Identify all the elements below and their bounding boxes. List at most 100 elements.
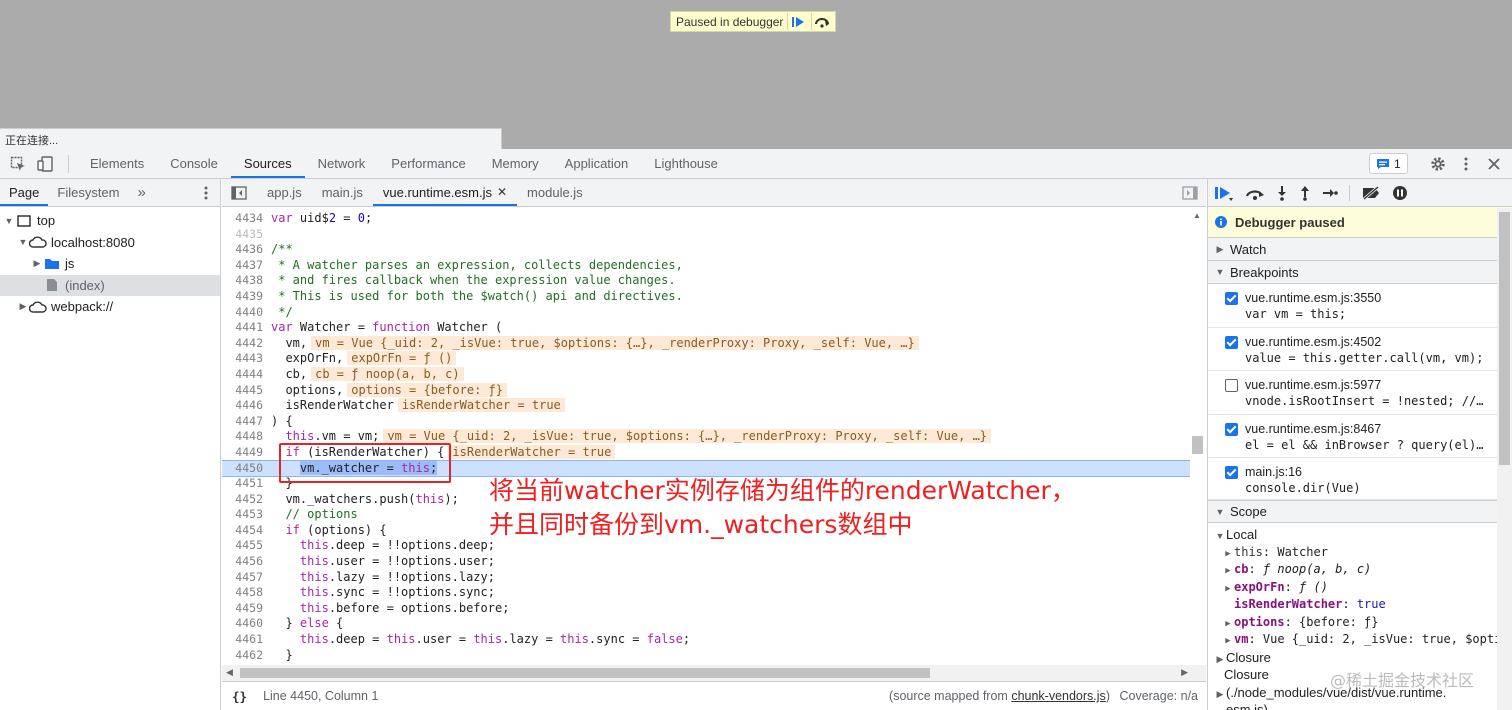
code-line[interactable]: 4456 this.user = !!options.user; [222, 554, 1206, 570]
breakpoint-checkbox[interactable] [1225, 292, 1238, 305]
device-toolbar-button[interactable] [32, 150, 60, 178]
source-map-link[interactable]: chunk-vendors.js [1011, 689, 1106, 703]
line-number[interactable]: 4449 [222, 445, 263, 461]
more-options-button[interactable] [1452, 150, 1480, 178]
code-line[interactable]: 4460 } else { [222, 616, 1206, 632]
step-out-button[interactable] [1299, 185, 1311, 201]
line-number[interactable]: 4455 [222, 538, 263, 554]
line-number[interactable]: 4437 [222, 258, 263, 274]
more-tabs-button[interactable]: » [129, 179, 155, 206]
line-number[interactable]: 4439 [222, 289, 263, 305]
breakpoint-checkbox[interactable] [1225, 379, 1238, 392]
tree-item-index[interactable]: (index) [0, 274, 220, 296]
tab-network[interactable]: Network [305, 149, 379, 178]
step-over-button[interactable] [1245, 186, 1265, 200]
code-line[interactable]: 4443 expOrFn, expOrFn = ƒ () [222, 351, 1206, 367]
scope-closure[interactable]: ▶ Closure [1208, 649, 1512, 667]
line-number[interactable]: 4447 [222, 414, 263, 430]
line-number[interactable]: 4450 [222, 461, 263, 477]
resume-button[interactable] [1214, 185, 1234, 201]
tab-memory[interactable]: Memory [479, 149, 552, 178]
code-line[interactable]: 4459 this.before = options.before; [222, 601, 1206, 617]
inspect-element-button[interactable] [4, 150, 32, 178]
breakpoint-checkbox[interactable] [1225, 335, 1238, 349]
line-number[interactable]: 4442 [222, 336, 263, 352]
code-editor[interactable]: 4434 var uid$2 = 0; 4435 4436/** 4437 * A wa… [222, 208, 1206, 665]
tab-filesystem[interactable]: Filesystem [48, 179, 128, 206]
line-number[interactable]: 4458 [222, 585, 263, 601]
editor-scroll-thumb[interactable] [1192, 436, 1203, 454]
breakpoint-checkbox[interactable] [1225, 466, 1238, 479]
scope-local[interactable]: ▼ Local [1208, 526, 1512, 544]
code-line[interactable]: 4445 options, options = {before: ƒ} [222, 382, 1206, 399]
code-line[interactable]: 4448 this.vm = vm; vm = Vue {_uid: 2, _is… [222, 429, 1206, 445]
code-line[interactable]: 4434 var uid$2 = 0; [222, 211, 1206, 227]
tab-page[interactable]: Page [0, 179, 49, 206]
line-number[interactable]: 4456 [222, 554, 263, 570]
breakpoint-checkbox[interactable] [1225, 422, 1238, 436]
tree-item-top[interactable]: ▼ top [0, 210, 220, 232]
resume-button[interactable] [787, 13, 807, 30]
code-line[interactable]: 4440 */ [222, 305, 1206, 321]
line-number[interactable]: 4448 [222, 429, 263, 445]
line-number[interactable]: 4435 [222, 227, 263, 243]
code-line[interactable]: 4444 cb, cb = ƒ noop(a, b, c) [222, 366, 1206, 383]
section-scope[interactable]: ▼ Scope [1208, 500, 1512, 523]
section-watch[interactable]: ▶ Watch [1208, 238, 1512, 261]
tree-item-webpack[interactable]: ▶ webpack:// [0, 296, 220, 318]
editor-horizontal-thumb[interactable] [240, 668, 930, 678]
tab-performance[interactable]: Performance [378, 149, 478, 178]
code-line[interactable]: 4446 isRenderWatcher isRenderWatcher = tr… [222, 398, 1206, 414]
scope-var-cb[interactable]: ▶ cb: ƒ noop(a, b, c) [1208, 561, 1512, 579]
line-number[interactable]: 4444 [222, 367, 263, 383]
tab-elements[interactable]: Elements [77, 149, 157, 178]
settings-button[interactable] [1424, 150, 1452, 178]
deactivate-breakpoints-button[interactable] [1361, 185, 1381, 200]
line-number[interactable]: 4460 [222, 616, 263, 632]
line-number[interactable]: 4440 [222, 305, 263, 321]
editor-tab-vue-runtime[interactable]: vue.runtime.esm.js ✕ [372, 179, 518, 206]
breakpoint-item[interactable]: main.js:16 console.dir(Vue) [1208, 458, 1512, 500]
line-number[interactable]: 4462 [222, 648, 263, 664]
line-number[interactable]: 4454 [222, 523, 263, 539]
line-number[interactable]: 4434 [222, 211, 263, 227]
code-line[interactable]: 4435 [222, 227, 1206, 243]
close-tab-icon[interactable]: ✕ [497, 179, 507, 206]
step-into-button[interactable] [1276, 185, 1288, 201]
scope-var-isrenderwatcher[interactable]: isRenderWatcher: true [1208, 596, 1512, 614]
breakpoint-item[interactable]: vue.runtime.esm.js:3550 var vm = this; [1208, 284, 1512, 328]
line-number[interactable]: 4452 [222, 492, 263, 508]
code-line[interactable]: 4436 /** [222, 242, 1206, 258]
sidebar-scroll-thumb[interactable] [1499, 212, 1510, 465]
editor-tab-main-js[interactable]: main.js [312, 179, 373, 206]
code-line[interactable]: 4449 if (isRenderWatcher) {isRenderWatch… [222, 444, 1206, 461]
line-number[interactable]: 4436 [222, 242, 263, 258]
issues-counter-button[interactable]: 1 [1369, 153, 1408, 174]
code-line[interactable]: 4462 } [222, 648, 1206, 664]
line-number[interactable]: 4441 [222, 320, 263, 336]
tab-lighthouse[interactable]: Lighthouse [641, 149, 731, 178]
breakpoint-item[interactable]: vue.runtime.esm.js:8467 el = el && inBro… [1208, 415, 1512, 458]
section-breakpoints[interactable]: ▼ Breakpoints [1208, 261, 1512, 284]
code-line[interactable]: 4457 this.lazy = !!options.lazy; [222, 570, 1206, 586]
line-number[interactable]: 4457 [222, 570, 263, 586]
tab-sources[interactable]: Sources [230, 149, 305, 178]
line-number[interactable]: 4445 [222, 383, 263, 399]
code-line[interactable]: 4458 this.sync = !!options.sync; [222, 585, 1206, 601]
close-devtools-button[interactable] [1480, 150, 1508, 178]
scope-var-vm[interactable]: ▶ vm: Vue {_uid: 2, _isVue: true, $opti [1208, 631, 1512, 649]
code-line[interactable]: 4447) { [222, 414, 1206, 430]
toggle-debugger-button[interactable] [1182, 185, 1198, 200]
pause-on-exceptions-button[interactable] [1392, 185, 1408, 201]
line-number[interactable]: 4438 [222, 273, 263, 289]
line-number[interactable]: 4453 [222, 507, 263, 523]
scope-var-exporfn[interactable]: ▶ expOrFn: ƒ () [1208, 579, 1512, 597]
line-number[interactable]: 4446 [222, 398, 263, 414]
code-line[interactable]: 4441 var Watcher = function Watcher ( [222, 320, 1206, 336]
tree-item-localhost[interactable]: ▼ localhost:8080 [0, 232, 220, 254]
pretty-print-button[interactable]: {} [232, 689, 247, 704]
code-line[interactable]: 4461 this.deep = this.user = this.lazy =… [222, 632, 1206, 648]
breakpoint-item[interactable]: vue.runtime.esm.js:4502 value = this.get… [1208, 328, 1512, 371]
code-line[interactable]: 4437 * A watcher parses an expression, c… [222, 258, 1206, 274]
step-over-button[interactable] [811, 13, 831, 30]
